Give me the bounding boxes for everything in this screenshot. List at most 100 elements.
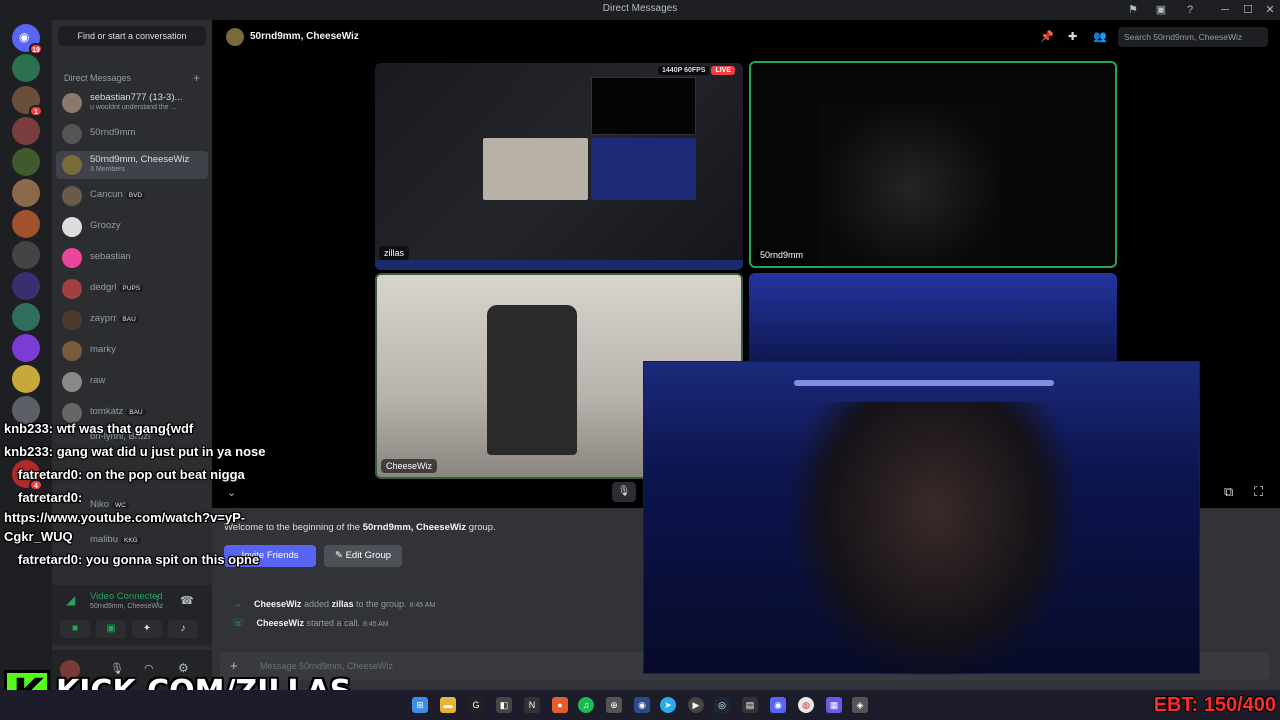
activities-button[interactable]: ✦ <box>132 620 162 638</box>
dm-name: bri-lynnl, Bruzi <box>90 431 151 442</box>
server-icon[interactable] <box>12 117 40 145</box>
popout-camera-window[interactable] <box>643 361 1200 675</box>
server-icon[interactable]: 1 <box>12 86 43 117</box>
screen-icon[interactable]: ▣ <box>1153 2 1169 18</box>
dm-item[interactable]: 50rnd9mm <box>56 120 208 148</box>
spotify-icon[interactable]: ♫ <box>578 697 594 713</box>
soundboard-button[interactable]: ♪ <box>168 620 198 638</box>
voice-status: Video Connected <box>90 591 163 602</box>
stream-preview-cam <box>591 138 696 200</box>
notification-badge: 19 <box>29 43 43 55</box>
fullscreen-icon[interactable]: ⛶ <box>1254 484 1263 500</box>
title-bar: Direct Messages ⚑ ▣ ? ─ ☐ ✕ <box>0 0 1280 20</box>
video-tile[interactable] <box>749 273 1117 373</box>
invite-friends-button[interactable]: Invite Friends <box>224 545 316 567</box>
maximize-button[interactable]: ☐ <box>1240 2 1256 18</box>
search-input[interactable]: Search 50rnd9mm, CheeseWiz <box>1118 27 1268 47</box>
video-tile[interactable]: 50rnd9mm <box>749 61 1117 268</box>
app-icon[interactable]: ⊕ <box>606 697 622 713</box>
screen-share-button[interactable]: ▣ <box>96 620 126 638</box>
avatar <box>62 93 82 113</box>
server-icon[interactable] <box>12 241 40 269</box>
app-icon[interactable]: ◉ <box>634 697 650 713</box>
app-icon[interactable]: ● <box>552 697 568 713</box>
server-icon[interactable] <box>12 396 40 424</box>
home-button[interactable]: ◉ 19 <box>12 24 43 55</box>
find-conversation-button[interactable]: Find or start a conversation <box>58 26 206 46</box>
window-title: Direct Messages <box>602 3 678 14</box>
dm-item-active[interactable]: 50rnd9mm, CheeseWiz 3 Members <box>56 151 208 179</box>
start-icon[interactable]: ⊞ <box>412 697 428 713</box>
server-icon[interactable] <box>12 148 40 176</box>
server-icon[interactable] <box>12 334 40 362</box>
voice-channel[interactable]: 50rnd9mm, CheeseWiz <box>90 603 163 610</box>
tile-label: 50rnd9mm <box>755 248 809 262</box>
dm-item[interactable]: tomkatz BAU <box>56 399 208 427</box>
disconnect-icon[interactable]: ☎ <box>180 594 194 607</box>
discord-taskbar-icon[interactable]: ◉ <box>770 697 786 713</box>
edit-group-button[interactable]: ✎ Edit Group <box>324 545 402 567</box>
server-icon[interactable]: 4 <box>12 460 43 491</box>
stream-preview-cam <box>483 138 588 200</box>
guild-tag: WC <box>112 502 129 509</box>
stream-tile[interactable]: 1440P 60FPS LIVE zillas <box>375 63 743 270</box>
create-dm-icon[interactable]: + <box>193 71 200 85</box>
app-icon[interactable]: ▦ <box>826 697 842 713</box>
avatar <box>62 248 82 268</box>
media-player-icon[interactable]: ▶ <box>688 697 704 713</box>
dm-item[interactable]: zayprr BAU <box>56 306 208 334</box>
camera-button[interactable]: ■ <box>60 620 90 638</box>
dm-item[interactable]: malibu KKG <box>56 530 208 550</box>
guild-tag: BVD <box>125 192 146 199</box>
help-icon[interactable]: ? <box>1182 2 1198 18</box>
members-icon[interactable]: 👥 <box>1093 30 1107 43</box>
server-icon[interactable] <box>12 179 40 207</box>
app-icon[interactable]: ◧ <box>496 697 512 713</box>
dm-header: Direct Messages <box>64 73 132 83</box>
close-button[interactable]: ✕ <box>1262 2 1278 18</box>
dm-name: sebastian777 (13-3)... <box>90 92 183 103</box>
app-icon[interactable]: G <box>468 697 484 713</box>
app-icon[interactable]: ◈ <box>852 697 868 713</box>
noise-suppression-icon[interactable]: ⫶ <box>156 595 159 608</box>
dm-item[interactable]: Niko WC <box>56 495 208 515</box>
dm-item[interactable]: sebastian <box>56 244 208 272</box>
server-icon[interactable] <box>12 54 40 82</box>
avatar <box>62 341 82 361</box>
dm-item[interactable]: marky <box>56 337 208 365</box>
popout-icon[interactable]: ⧉ <box>1224 484 1233 500</box>
chrome-icon[interactable]: ◍ <box>798 697 814 713</box>
group-avatar <box>62 155 82 175</box>
dm-item[interactable]: sebastian777 (13-3)... u wouldnt underst… <box>56 89 208 117</box>
cam-lights <box>794 380 1054 386</box>
dm-item[interactable]: Cancun BVD <box>56 182 208 210</box>
server-icon[interactable] <box>12 272 40 300</box>
live-indicator: 1440P 60FPS LIVE <box>658 66 735 75</box>
mic-button[interactable]: 🎙 <box>612 482 636 502</box>
dm-item[interactable]: raw <box>56 368 208 396</box>
add-friends-icon[interactable]: ✚ <box>1068 30 1077 43</box>
app-icon[interactable]: N <box>524 697 540 713</box>
pin-icon[interactable]: 📌 <box>1040 30 1054 43</box>
dm-name: raw <box>90 375 106 386</box>
steam-icon[interactable]: ◎ <box>714 697 730 713</box>
app-icon[interactable]: ▤ <box>742 697 758 713</box>
dm-item[interactable]: dedgrl PUPS <box>56 275 208 303</box>
dm-item[interactable]: Groozy <box>56 213 208 241</box>
inbox-icon[interactable]: ⚑ <box>1125 2 1141 18</box>
server-icon[interactable] <box>12 210 40 238</box>
collapse-icon[interactable]: ⌄ <box>227 486 236 499</box>
telegram-icon[interactable]: ➤ <box>660 697 676 713</box>
server-icon[interactable] <box>12 303 40 331</box>
pencil-icon: ✎ <box>334 550 346 561</box>
timestamp: 8:45 AM <box>362 621 389 628</box>
guild-tag: BAU <box>126 409 146 416</box>
avatar <box>62 124 82 144</box>
server-icon[interactable] <box>12 365 40 393</box>
file-explorer-icon[interactable]: ▬ <box>440 697 456 713</box>
channel-header: 50rnd9mm, CheeseWiz 📌 ✚ 👥 Search 50rnd9m… <box>212 20 1280 54</box>
discord-icon: ◉ <box>19 30 30 44</box>
dm-item[interactable]: bri-lynnl, Bruzi <box>56 427 208 447</box>
dm-name: sebastian <box>90 251 131 262</box>
minimize-button[interactable]: ─ <box>1217 2 1233 18</box>
